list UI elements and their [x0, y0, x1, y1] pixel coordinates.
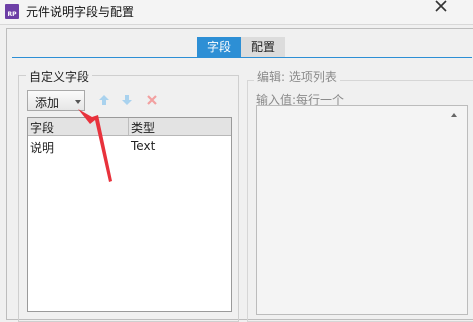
add-dropdown[interactable]: 添加 — [27, 90, 85, 111]
move-down-icon[interactable] — [121, 94, 133, 106]
title-bar: RP 元件说明字段与配置 — [0, 0, 473, 25]
app-icon-text: RP — [7, 11, 17, 18]
options-textarea[interactable] — [256, 105, 468, 315]
column-header-field[interactable]: 字段 — [30, 119, 54, 136]
move-up-icon[interactable] — [98, 94, 110, 106]
tab-config[interactable]: 配置 — [241, 37, 286, 57]
close-icon — [435, 0, 447, 12]
custom-fields-legend: 自定义字段 — [26, 68, 93, 85]
editor-legend: 编辑: 选项列表 — [254, 68, 340, 85]
add-dropdown-label: 添加 — [35, 96, 60, 110]
fields-table[interactable]: 字段 类型 说明 Text — [27, 117, 232, 312]
column-header-type[interactable]: 类型 — [131, 119, 155, 136]
window-title: 元件说明字段与配置 — [26, 5, 135, 19]
table-row-field[interactable]: 说明 — [30, 139, 54, 156]
scroll-up-icon[interactable] — [451, 113, 457, 117]
tab-bar: 字段 配置 — [197, 37, 286, 57]
table-header: 字段 类型 — [28, 118, 231, 136]
tab-underline — [12, 57, 472, 58]
column-divider[interactable] — [128, 118, 129, 135]
chevron-down-icon — [75, 100, 81, 104]
close-button[interactable] — [430, 0, 473, 22]
delete-icon[interactable] — [146, 94, 158, 106]
app-icon: RP — [5, 4, 19, 19]
tab-fields[interactable]: 字段 — [197, 37, 242, 57]
table-row-type[interactable]: Text — [131, 139, 155, 153]
